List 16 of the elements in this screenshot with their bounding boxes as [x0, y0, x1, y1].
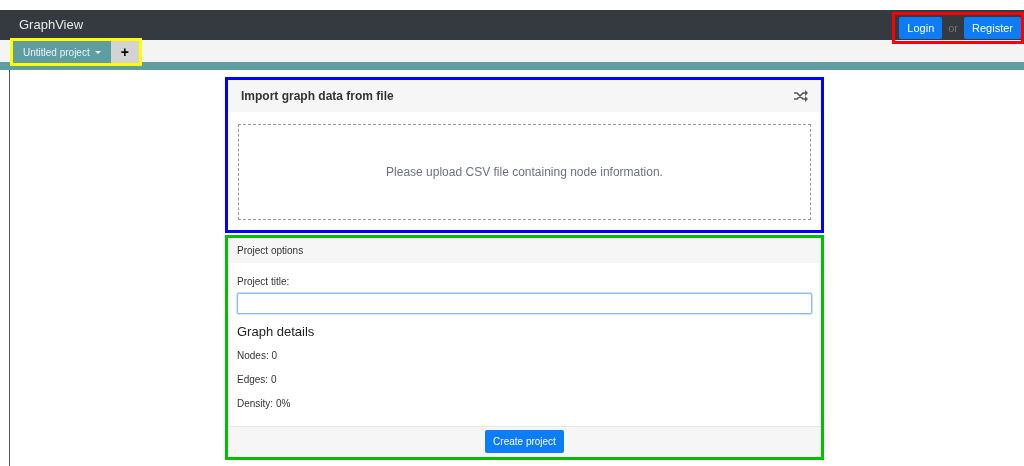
separator-text: or [948, 20, 959, 36]
create-button[interactable]: Create project [485, 430, 564, 453]
login-button[interactable]: Login [899, 16, 943, 40]
detail-text: Edges: 0 [237, 372, 278, 387]
detail-text: Density: 0% [237, 396, 292, 411]
detail-text: Nodes: 0 [237, 348, 279, 363]
add-tab-button[interactable]: + [110, 41, 139, 63]
section-heading: Graph details [237, 323, 316, 341]
register-button[interactable]: Register [964, 16, 1021, 40]
card-title: Import graph data from file [241, 88, 394, 105]
app-brand[interactable]: GraphView [19, 15, 84, 35]
field-label: Project title: [237, 275, 291, 289]
drop-zone[interactable]: Please upload CSV file containing node information. [238, 124, 811, 220]
card-title: Project options [237, 244, 304, 258]
project-tab[interactable]: Untitled project [13, 41, 111, 63]
drop-zone-text: Please upload CSV file containing node information. [386, 164, 663, 181]
